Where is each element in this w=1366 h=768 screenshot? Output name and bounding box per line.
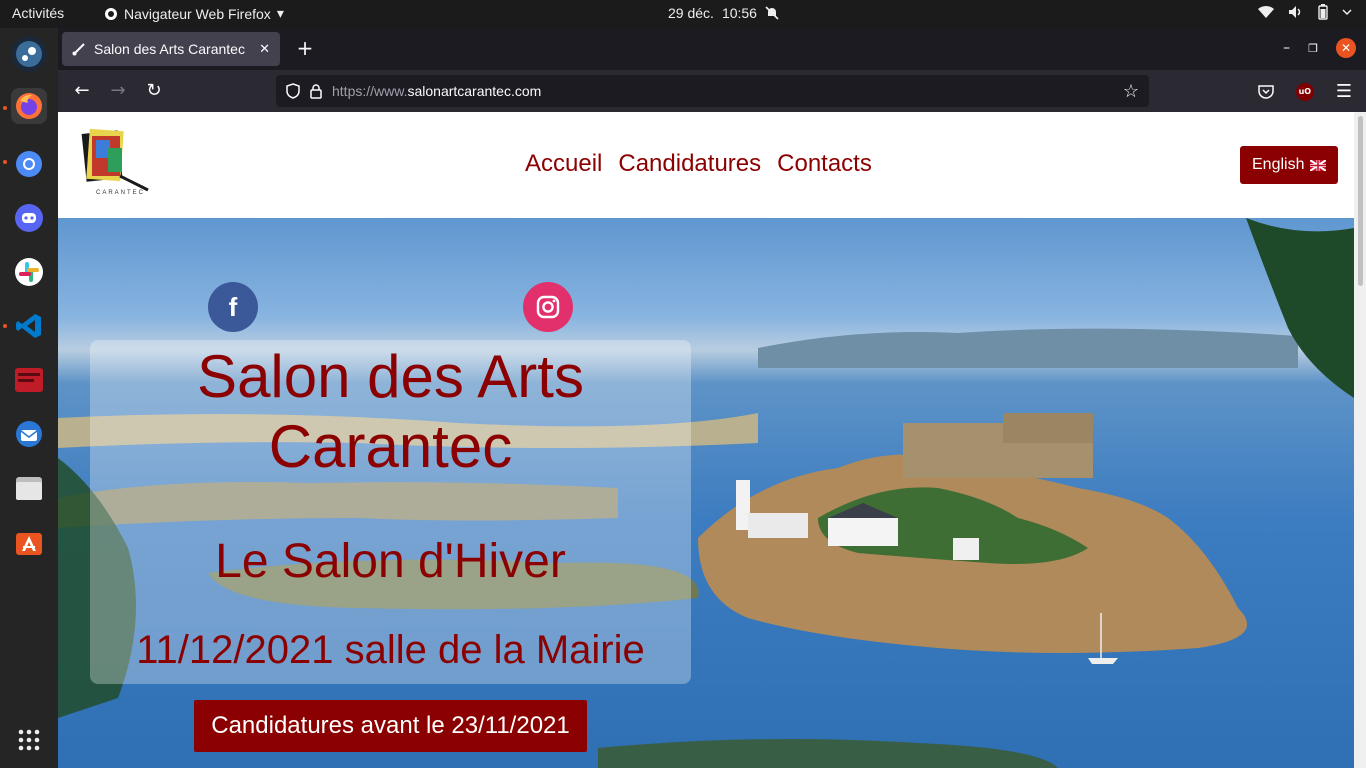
site-header: CARANTEC Accueil Candidatures Contacts E… (58, 112, 1354, 218)
chromium-icon[interactable] (11, 146, 47, 182)
hero-title-line1: Salon des Arts (197, 343, 584, 410)
reload-icon[interactable]: ↻ (142, 80, 166, 102)
app-grid-icon[interactable] (11, 722, 47, 758)
firefox-icon[interactable] (11, 88, 47, 124)
url-text[interactable]: https://www.salonartcarantec.com (332, 83, 1113, 99)
nav-link-applications[interactable]: Candidatures (618, 150, 761, 178)
app-menu[interactable]: Navigateur Web Firefox ▾ (104, 5, 284, 22)
hero-subtitle: Le Salon d'Hiver (215, 535, 566, 588)
thunderbird-icon[interactable] (11, 416, 47, 452)
address-bar[interactable]: https://www.salonartcarantec.com ☆ (276, 75, 1149, 107)
hero-title-line2: Carantec (268, 413, 513, 480)
power-menu-icon (1342, 9, 1352, 16)
page-scrollbar-thumb[interactable] (1358, 116, 1363, 286)
maximize-icon[interactable]: ❐ (1308, 42, 1318, 55)
discord-icon[interactable] (11, 200, 47, 236)
slack-icon[interactable] (11, 254, 47, 290)
tab-title: Salon des Arts Carantec (94, 41, 245, 57)
application-deadline-button[interactable]: Candidatures avant le 23/11/2021 (194, 700, 587, 752)
clock-date: 29 déc. (668, 5, 714, 21)
activities-button[interactable]: Activités (12, 5, 64, 21)
ublock-origin-icon[interactable]: uO (1295, 82, 1314, 101)
language-switch-label: English (1252, 156, 1305, 173)
wifi-icon (1258, 5, 1274, 19)
uk-flag-icon (1310, 159, 1327, 171)
running-indicator (3, 160, 7, 164)
window-controls: – ❐ ✕ (1283, 38, 1356, 58)
tab-active[interactable]: Salon des Arts Carantec ✕ (62, 32, 280, 66)
paintbrush-favicon-icon (72, 43, 85, 56)
site-logo[interactable]: CARANTEC (80, 126, 154, 200)
bookmark-star-icon[interactable]: ☆ (1123, 81, 1139, 102)
hero-date-place: 11/12/2021 salle de la Mairie (136, 628, 645, 672)
tab-bar: Salon des Arts Carantec ✕ + – ❐ ✕ (58, 28, 1366, 70)
chevron-down-icon: ▾ (276, 5, 284, 21)
facebook-icon[interactable]: f (208, 282, 258, 332)
back-arrow-icon[interactable]: ← (70, 80, 94, 102)
url-host: salonartcarantec.com (407, 83, 542, 99)
navigation-toolbar: ← → ↻ https://www.salonartcarantec.com ☆… (58, 70, 1366, 112)
forward-arrow-icon[interactable]: → (106, 80, 130, 102)
web-page: CARANTEC Accueil Candidatures Contacts E… (58, 112, 1366, 768)
system-tray[interactable] (1258, 4, 1352, 20)
vscode-icon[interactable] (11, 308, 47, 344)
terminal-icon[interactable] (11, 362, 47, 398)
system-top-bar: Activités Navigateur Web Firefox ▾ 29 dé… (0, 0, 1366, 28)
clock-time: 10:56 (721, 5, 757, 21)
hero-title: Salon des Arts Carantec (90, 340, 691, 482)
running-indicator (3, 324, 7, 328)
clock[interactable]: 29 déc. 10:56 (668, 5, 779, 21)
dock (0, 28, 58, 768)
nav-link-contacts[interactable]: Contacts (777, 150, 872, 178)
main-navigation: Accueil Candidatures Contacts (525, 150, 872, 178)
steam-icon[interactable] (11, 36, 47, 72)
logo-text: CARANTEC (96, 190, 145, 196)
tracking-shield-icon[interactable] (286, 83, 300, 99)
volume-icon (1289, 6, 1301, 18)
battery-icon (1318, 4, 1328, 20)
notifications-muted-icon (765, 6, 779, 20)
instagram-icon[interactable] (523, 282, 573, 332)
close-tab-icon[interactable]: ✕ (259, 41, 270, 57)
hero-text-panel: Salon des Arts Carantec Le Salon d'Hiver… (90, 340, 691, 684)
close-window-icon[interactable]: ✕ (1336, 38, 1356, 58)
toolbar-extensions: uO ☰ (1258, 81, 1352, 102)
nav-link-home[interactable]: Accueil (525, 150, 602, 178)
firefox-small-icon (105, 7, 117, 20)
lock-icon[interactable] (310, 83, 322, 99)
url-scheme: https://www. (332, 83, 408, 99)
hero-banner: f Salon des Arts Carantec Le Salon d'Hiv… (58, 218, 1354, 768)
software-center-icon[interactable] (11, 524, 47, 560)
new-tab-button[interactable]: + (292, 36, 318, 60)
minimize-icon[interactable]: – (1283, 40, 1290, 56)
app-menu-label: Navigateur Web Firefox (124, 5, 271, 22)
files-icon[interactable] (11, 470, 47, 506)
running-indicator (3, 106, 7, 110)
pocket-icon[interactable] (1258, 84, 1274, 99)
hamburger-menu-icon[interactable]: ☰ (1336, 81, 1352, 102)
language-switch-button[interactable]: English (1240, 146, 1339, 184)
